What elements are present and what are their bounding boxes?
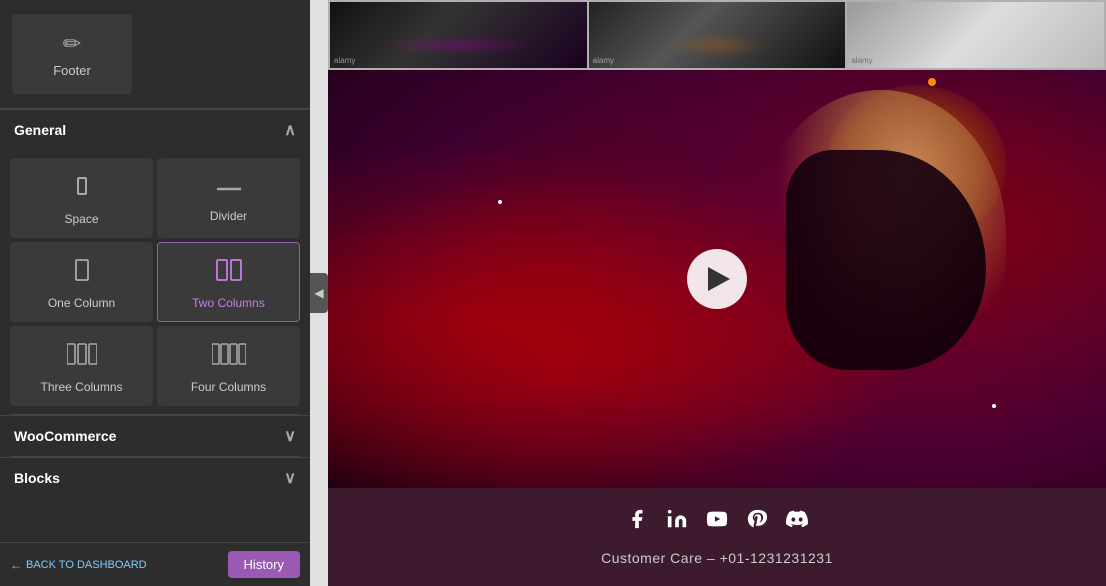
white-dot-2 (992, 404, 996, 408)
thumbnails-strip: alamy alamy alamy (328, 0, 1106, 70)
back-dashboard-label: BACK TO DASHBOARD (26, 559, 147, 571)
divider-label: Divider (210, 209, 247, 223)
blocks-label: Blocks (14, 470, 60, 486)
thumb2-watermark: alamy (593, 56, 614, 65)
main-area: alamy alamy alamy (328, 0, 1106, 586)
thumbnail-3[interactable]: alamy (847, 2, 1104, 68)
play-button[interactable] (687, 249, 747, 309)
back-to-dashboard-button[interactable]: ← BACK TO DASHBOARD (10, 558, 147, 572)
history-label: History (244, 557, 284, 572)
footer-label: Footer (53, 63, 91, 78)
orange-indicator-dot (928, 78, 936, 86)
four-columns-icon (212, 342, 246, 372)
history-button[interactable]: History (228, 551, 300, 578)
three-columns-label: Three Columns (40, 380, 122, 394)
facebook-icon[interactable] (626, 508, 648, 536)
three-columns-icon (67, 342, 97, 372)
linkedin-icon[interactable] (666, 508, 688, 536)
one-column-item[interactable]: One Column (10, 242, 153, 322)
general-section-header[interactable]: General ∧ (0, 109, 310, 150)
sidebar-collapse-toggle[interactable]: ◀ (310, 273, 328, 313)
sidebar-top: ✏ Footer (0, 0, 310, 109)
divider-icon (217, 178, 241, 201)
discord-icon[interactable] (786, 508, 808, 536)
sidebar-bottom: ← BACK TO DASHBOARD History (0, 542, 310, 586)
back-arrow-icon: ← (10, 558, 22, 572)
woocommerce-chevron-icon: ∨ (284, 426, 296, 446)
three-columns-item[interactable]: Three Columns (10, 326, 153, 406)
thumb3-watermark: alamy (851, 56, 872, 65)
footer-block[interactable]: ✏ Footer (12, 14, 132, 94)
customer-care-text: Customer Care – +01-1231231231 (601, 550, 833, 566)
general-chevron-icon: ∧ (284, 120, 296, 140)
four-columns-item[interactable]: Four Columns (157, 326, 300, 406)
collapse-arrow-icon: ◀ (314, 286, 323, 300)
play-icon (708, 267, 730, 291)
youtube-icon[interactable] (706, 508, 728, 536)
woocommerce-section-header[interactable]: WooCommerce ∨ (0, 415, 310, 456)
two-columns-icon (216, 258, 242, 288)
general-grid: Space Divider One Column (0, 150, 310, 414)
space-icon (70, 174, 94, 204)
four-columns-label: Four Columns (191, 380, 266, 394)
woocommerce-label: WooCommerce (14, 428, 116, 444)
one-column-label: One Column (48, 296, 115, 310)
general-section-label: General (14, 122, 66, 138)
blocks-section-header[interactable]: Blocks ∨ (0, 457, 310, 498)
one-column-icon (71, 258, 93, 288)
social-icons-row (626, 508, 808, 536)
space-item[interactable]: Space (10, 158, 153, 238)
divider-item[interactable]: Divider (157, 158, 300, 238)
two-columns-label: Two Columns (192, 296, 265, 310)
white-dot-1 (498, 200, 502, 204)
thumb1-watermark: alamy (334, 56, 355, 65)
space-label: Space (64, 212, 98, 226)
thumbnail-2[interactable]: alamy (589, 2, 846, 68)
two-columns-item[interactable]: Two Columns (157, 242, 300, 322)
sidebar: ✏ Footer General ∧ Space Divider (0, 0, 310, 586)
footer-edit-icon: ✏ (63, 31, 81, 57)
main-footer-section: Customer Care – +01-1231231231 (328, 488, 1106, 586)
blocks-chevron-icon: ∨ (284, 468, 296, 488)
pinterest-icon[interactable] (746, 508, 768, 536)
video-section[interactable] (328, 70, 1106, 488)
thumbnail-1[interactable]: alamy (330, 2, 587, 68)
